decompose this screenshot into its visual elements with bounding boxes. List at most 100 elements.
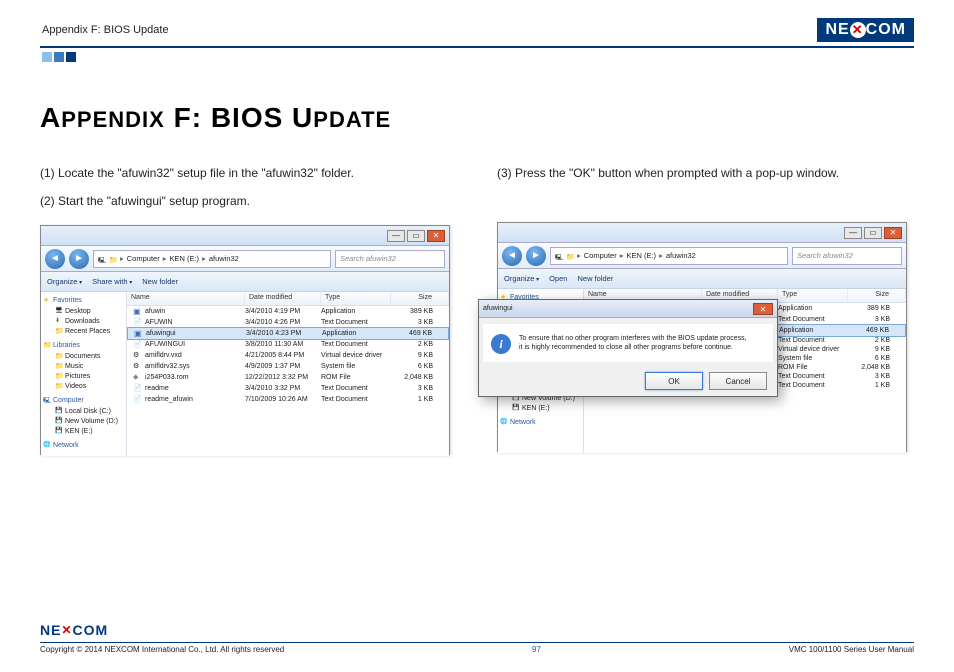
sb-desktop[interactable]: Desktop [43,306,124,316]
col-type[interactable]: Type [778,289,848,302]
file-date: 4/21/2005 8:44 PM [245,352,321,359]
file-type: ROM File [321,374,391,381]
minimize-button[interactable]: — [844,227,862,239]
forward-button[interactable]: ► [526,246,546,266]
file-row[interactable]: readme_afuwin 7/10/2009 10:26 AM Text Do… [127,394,449,405]
sb-computer[interactable]: Computer [53,397,84,404]
close-button[interactable]: ✕ [427,230,445,242]
tb-organize[interactable]: Organize [47,277,82,286]
forward-button[interactable]: ► [69,249,89,269]
copyright-text: Copyright © 2014 NEXCOM International Co… [40,645,284,654]
file-name: AFUWINGUI [145,341,185,348]
right-column: (3) Press the "OK" button when prompted … [497,164,914,455]
sb-music[interactable]: Music [43,361,124,371]
sb-libraries[interactable]: Libraries [53,342,80,349]
sb-drive-d[interactable]: New Volume (D:) [43,416,124,426]
content-columns: (1) Locate the "afuwin32" setup file in … [40,164,914,455]
page-title: APPENDIX F: BIOS UPDATE [40,102,914,134]
file-icon [133,384,142,393]
file-size: 389 KB [391,308,449,315]
folder-icon [55,327,63,335]
col-type[interactable]: Type [321,292,391,305]
file-type: Virtual device driver [778,346,848,353]
sb-pictures[interactable]: Pictures [43,371,124,381]
toolbar: Organize Share with New folder [41,272,449,292]
file-row[interactable]: i254P033.rom 12/22/2012 3:32 PM ROM File… [127,372,449,383]
file-row[interactable]: afuwin 3/4/2010 4:19 PM Application 389 … [127,306,449,317]
sb-videos[interactable]: Videos [43,381,124,391]
file-type: System file [321,363,391,370]
back-button[interactable]: ◄ [502,246,522,266]
file-date: 12/22/2012 3:32 PM [245,374,321,381]
sb-downloads[interactable]: Downloads [43,316,124,326]
tb-share[interactable]: Share with [92,277,132,286]
tb-open[interactable]: Open [549,274,567,283]
dialog-buttons: OK Cancel [479,366,777,396]
breadcrumb[interactable]: ▸ Computer ▸ KEN (E:) ▸ afuwin32 [93,250,331,268]
dialog-body: i To ensure that no other program interf… [479,318,777,366]
dialog-title: afuwingui [483,305,513,312]
crumb-drive[interactable]: KEN (E:) [169,254,199,263]
sb-drive-c[interactable]: Local Disk (C:) [43,406,124,416]
search-input[interactable]: Search afuwin32 [335,250,445,268]
dialog-close-button[interactable]: ✕ [753,303,773,315]
page-footer: NE✕COM Copyright © 2014 NEXCOM Internati… [40,622,914,654]
file-row[interactable]: AFUWINGUI 3/8/2010 11:30 AM Text Documen… [127,339,449,350]
sb-network[interactable]: Network [510,419,536,426]
file-size: 2 KB [391,341,449,348]
file-row[interactable]: readme 3/4/2010 3:32 PM Text Document 3 … [127,383,449,394]
file-type: Text Document [321,396,391,403]
breadcrumb[interactable]: ▸ Computer ▸ KEN (E:) ▸ afuwin32 [550,247,788,265]
file-row[interactable]: amifldrv.vxd 4/21/2005 8:44 PM Virtual d… [127,350,449,361]
file-icon [133,318,142,327]
instruction-3: (3) Press the "OK" button when prompted … [497,164,914,182]
page-header: Appendix F: BIOS Update NE✕COM [40,18,914,48]
file-type: Application [321,308,391,315]
search-input[interactable]: Search afuwin32 [792,247,902,265]
sb-drive-e[interactable]: KEN (E:) [500,403,581,413]
sb-recent[interactable]: Recent Places [43,326,124,336]
file-date: 4/9/2009 1:37 PM [245,363,321,370]
page-number: 97 [532,645,541,654]
col-size[interactable]: Size [391,292,449,305]
crumb-computer[interactable]: Computer [584,251,617,260]
ok-button[interactable]: OK [645,372,703,390]
file-date: 3/8/2010 11:30 AM [245,341,321,348]
sb-documents[interactable]: Documents [43,351,124,361]
file-icon [134,329,143,338]
back-button[interactable]: ◄ [45,249,65,269]
file-name: afuwingui [146,330,176,337]
maximize-button[interactable]: ▭ [407,230,425,242]
file-type: Text Document [321,319,391,326]
pc-icon [98,255,106,263]
crumb-computer[interactable]: Computer [127,254,160,263]
file-type: Text Document [778,373,848,380]
file-type: Application [778,305,848,312]
maximize-button[interactable]: ▭ [864,227,882,239]
sb-favorites[interactable]: Favorites [53,297,82,304]
crumb-folder-icon [109,255,117,263]
crumb-drive[interactable]: KEN (E:) [626,251,656,260]
tb-newfolder[interactable]: New folder [577,274,613,283]
instruction-1: (1) Locate the "afuwin32" setup file in … [40,164,457,182]
file-icon [133,362,142,371]
minimize-button[interactable]: — [387,230,405,242]
file-row[interactable]: amifldrv32.sys 4/9/2009 1:37 PM System f… [127,361,449,372]
file-size: 9 KB [391,352,449,359]
close-button[interactable]: ✕ [884,227,902,239]
cancel-button[interactable]: Cancel [709,372,767,390]
sb-network[interactable]: Network [53,442,79,449]
explorer-body: Favorites Desktop Downloads Recent Place… [41,292,449,456]
crumb-folder[interactable]: afuwin32 [666,251,696,260]
file-size: 3 KB [848,373,906,380]
file-size: 2,048 KB [848,364,906,371]
col-date[interactable]: Date modified [245,292,321,305]
file-type: Application [779,327,849,334]
tb-organize[interactable]: Organize [504,274,539,283]
crumb-folder[interactable]: afuwin32 [209,254,239,263]
nexcom-logo: NE✕COM [817,18,914,42]
col-name[interactable]: Name [127,292,245,305]
tb-newfolder[interactable]: New folder [142,277,178,286]
sb-drive-e[interactable]: KEN (E:) [43,426,124,436]
col-size[interactable]: Size [848,289,906,302]
